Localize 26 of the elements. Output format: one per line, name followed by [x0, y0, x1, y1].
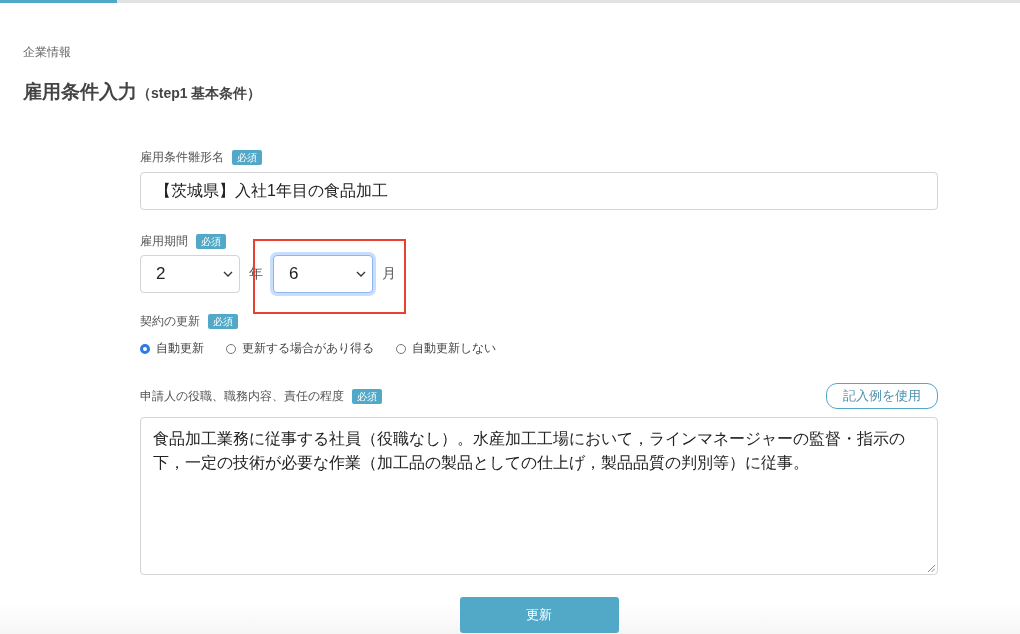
number-select[interactable]: 2 — [140, 255, 240, 293]
required-badge: 必須 — [352, 388, 382, 404]
chevron-down-icon — [356, 271, 366, 277]
field-label: 雇用条件雛形名 — [140, 149, 224, 166]
use-example-button[interactable]: 記入例を使用 — [826, 383, 938, 409]
radio-label: 自動更新しない — [412, 340, 496, 357]
required-badge: 必須 — [208, 314, 238, 329]
radio-label: 自動更新 — [156, 340, 204, 357]
radio-label: 更新する場合があり得る — [242, 340, 374, 357]
field-label: 雇用期間 — [140, 233, 188, 250]
required-badge: 必須 — [196, 234, 226, 249]
resize-handle-icon[interactable] — [928, 565, 935, 572]
radio-button[interactable] — [140, 343, 150, 354]
breadcrumb: 企業情報 — [23, 44, 72, 61]
required-badge: 必須 — [232, 150, 262, 165]
page-subtitle: （step1 基本条件） — [137, 85, 262, 103]
page-title: 雇用条件入力 — [23, 80, 137, 104]
text-input-field[interactable]: 【茨城県】入社1年目の食品加工 — [140, 172, 938, 210]
textarea-field[interactable]: 食品加工業務に従事する社員（役職なし）。水産加工工場において，ラインマネージャーの監督・指示の下，一定の技術が必要な作業（加工品の製品としての仕上げ，製品品質の判別等）に従事。 — [140, 417, 938, 575]
radio-button[interactable] — [396, 343, 406, 354]
field-label: 契約の更新 — [140, 313, 200, 330]
number-select[interactable]: 6 — [273, 255, 373, 293]
unit-label: 月 — [382, 265, 396, 283]
field-label: 申請人の役職、職務内容、責任の程度 — [140, 387, 344, 405]
radio-button[interactable] — [226, 343, 236, 354]
chevron-down-icon — [223, 271, 233, 277]
